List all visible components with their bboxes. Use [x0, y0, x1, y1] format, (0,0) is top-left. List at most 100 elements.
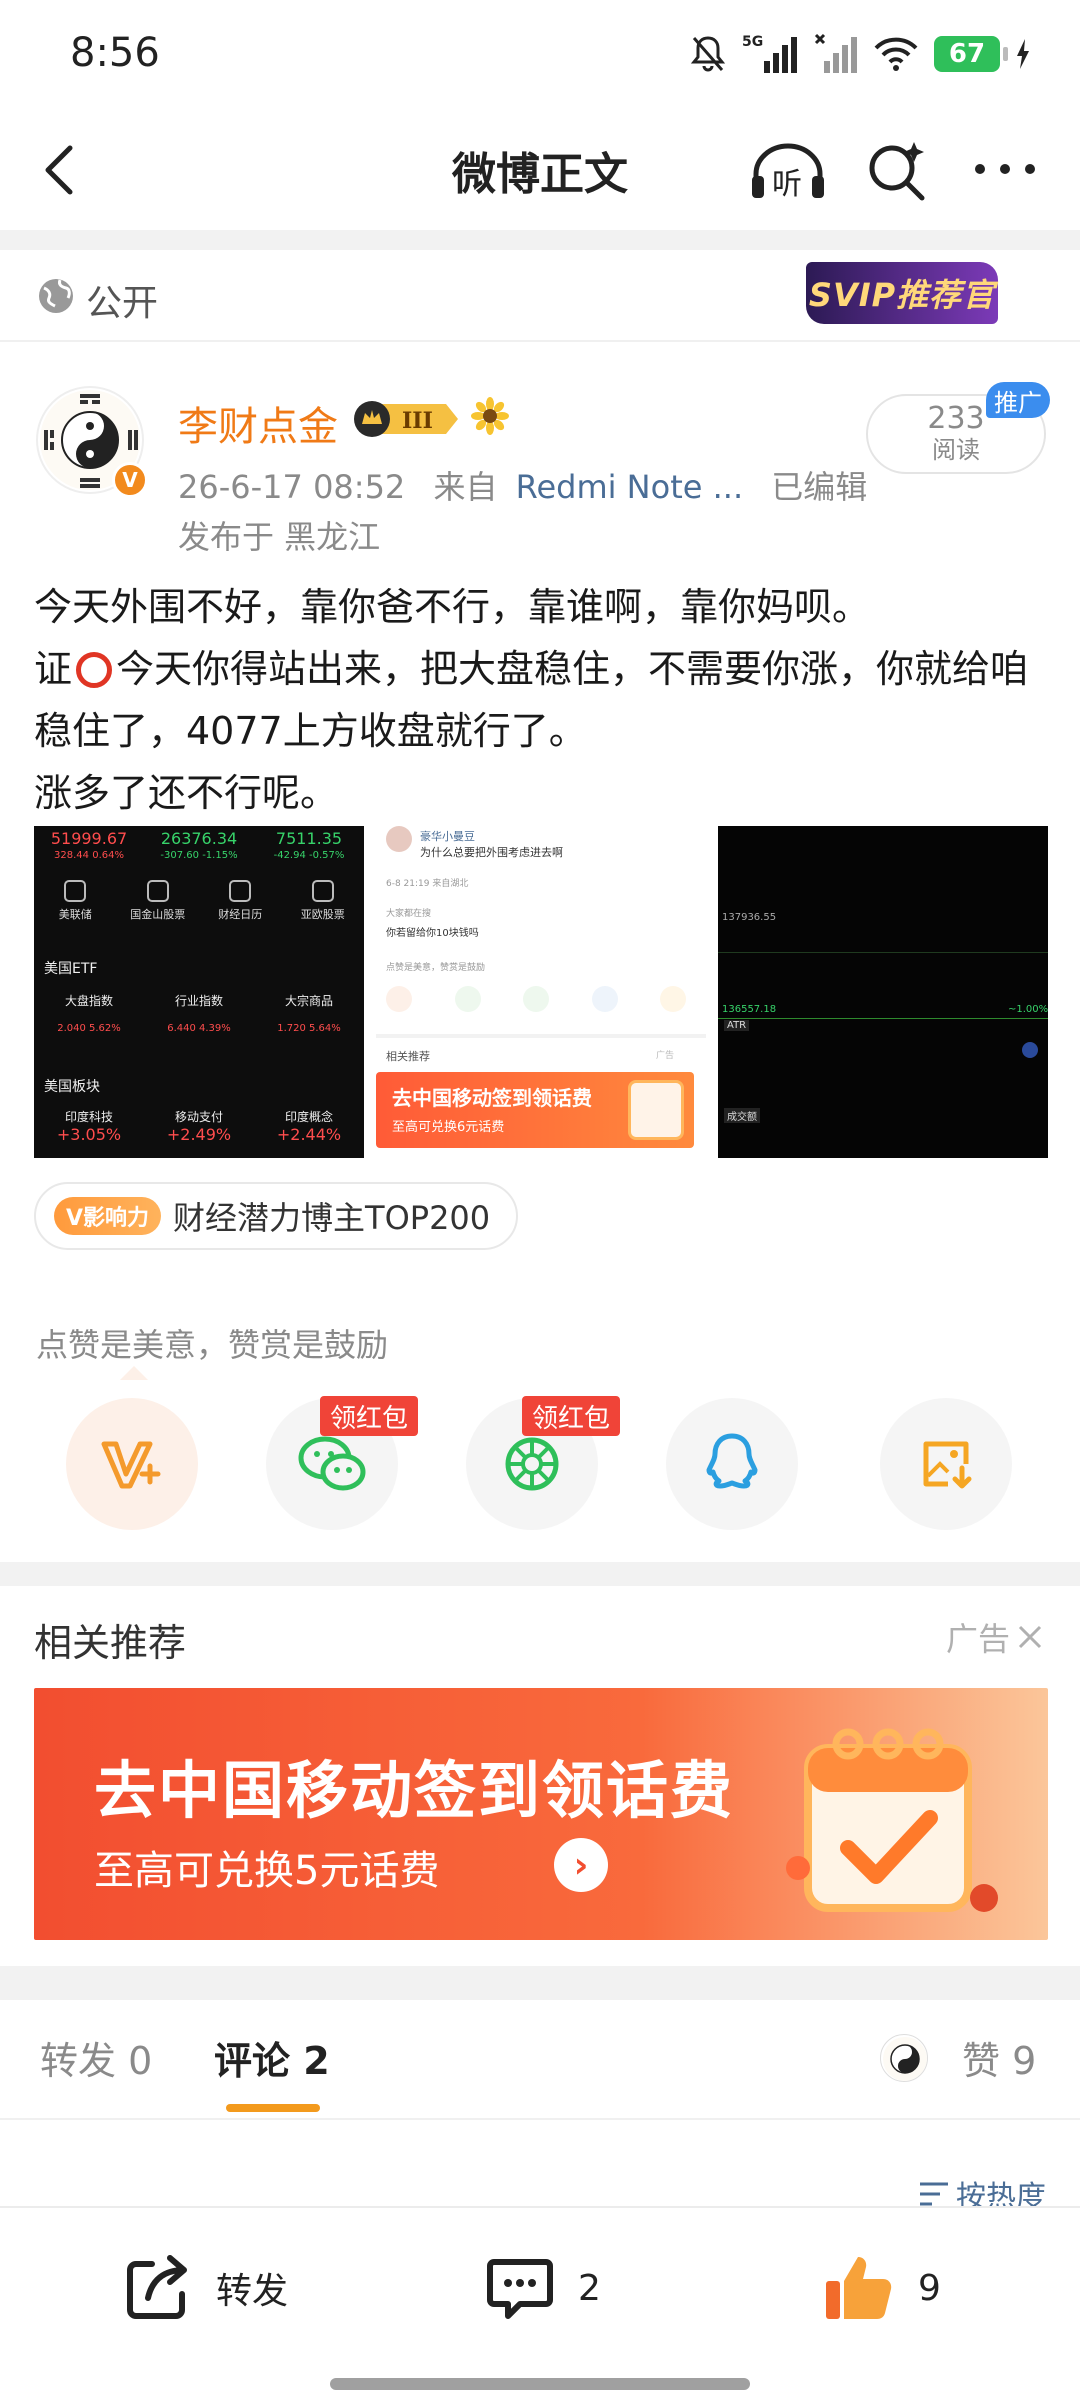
svg-text:III: III	[402, 408, 433, 434]
post-image-1[interactable]: 51999.67 26376.34 7511.35 328.44 0.64% -…	[34, 826, 364, 1158]
like-count: 9	[918, 2267, 941, 2309]
index-change: -307.60 -1.15%	[160, 850, 238, 861]
calendar-check-icon	[786, 1728, 998, 1912]
top-nav: 微博正文 听	[0, 110, 1080, 230]
ad-banner[interactable]: 去中国移动签到领话费 至高可兑换5元话费 ›	[34, 1688, 1048, 1940]
globe-icon	[311, 880, 334, 902]
nav-item: 亚欧股票	[282, 880, 365, 922]
post-body: 今天外围不好，靠你爸不行，靠谁啊，靠你妈呗。 证今天你得站出来，把大盘稳住，不需…	[34, 576, 1050, 824]
listen-icon[interactable]: 听	[748, 142, 828, 202]
promote-tag[interactable]: 推广	[986, 382, 1050, 418]
edited-label[interactable]: 已编辑	[771, 468, 867, 506]
related-title: 相关推荐	[34, 1621, 187, 1665]
post-line: 今天外围不好，靠你爸不行，靠谁啊，靠你妈呗。	[34, 585, 871, 629]
moments-icon	[505, 1437, 559, 1491]
clock: 8:56	[70, 30, 160, 76]
mini-ad-banner: 去中国移动签到领话费 至高可兑换6元话费	[376, 1072, 694, 1148]
close-icon	[1018, 1625, 1042, 1649]
avatar	[386, 826, 412, 852]
save-image-button[interactable]	[880, 1398, 1012, 1530]
globe-icon	[39, 279, 73, 313]
red-packet-tag[interactable]: 领红包	[320, 1396, 419, 1436]
status-bar: 8:56 5G 67	[0, 0, 1080, 110]
source-prefix: 来自	[433, 468, 498, 506]
globe-icon	[1022, 1042, 1038, 1058]
divider	[0, 1562, 1080, 1586]
divider	[0, 230, 1080, 250]
interaction-tabs: 转发 0 评论 2 赞 9	[0, 2000, 1080, 2120]
comment-count: 2	[578, 2267, 601, 2309]
save-image-icon	[923, 1441, 972, 1489]
active-tab-indicator	[226, 2104, 320, 2112]
nav-item: 财经日历	[199, 880, 282, 922]
index-change: 328.44 0.64%	[54, 850, 124, 861]
more-icon[interactable]	[970, 154, 1040, 184]
ad-close[interactable]: 广告	[946, 1614, 1044, 1660]
pointer-arrow	[120, 1366, 148, 1380]
post-line: 涨多了还不行呢。	[34, 771, 339, 815]
battery-indicator: 67	[934, 36, 1008, 72]
crown-level-badge-icon[interactable]: III	[352, 398, 460, 440]
wechat-icon	[298, 1436, 366, 1491]
chevron-right-icon: ›	[554, 1838, 608, 1892]
influence-label: 财经潜力博主TOP200	[173, 1199, 491, 1237]
forward-label: 转发	[216, 2271, 289, 2312]
post-line: 证今天你得站出来，把大盘稳住，不需要你涨，你就给咱稳住了，4077上方收盘就行了…	[34, 647, 1029, 753]
sunflower-icon	[471, 397, 509, 435]
forward-button[interactable]: 转发	[122, 2246, 288, 2330]
svg-text:5G: 5G	[742, 34, 763, 50]
red-circle-emoji-icon	[76, 652, 113, 688]
share-qq-button[interactable]	[666, 1398, 798, 1530]
visibility-row: 公开 SVIP推荐官	[0, 250, 1080, 342]
post-meta: 26-6-17 08:52 来自 Redmi Note ... 已编辑	[178, 462, 867, 508]
home-indicator[interactable]	[330, 2378, 750, 2390]
svip-badge[interactable]: SVIP推荐官	[806, 262, 998, 324]
post-image-2[interactable]: 豪华小曼豆 为什么总要把外围考虑进去啊 6-8 21:19 来自湖北 大家都在搜…	[376, 826, 706, 1158]
thumbs-up-icon	[826, 2257, 892, 2319]
etf-title: 美国ETF	[44, 961, 98, 977]
mute-bell-icon	[690, 36, 726, 72]
reward-button[interactable]	[66, 1398, 198, 1530]
author-name[interactable]: 李财点金	[178, 394, 338, 452]
post-location: 发布于 黑龙江	[178, 518, 381, 556]
tab-forward[interactable]: 转发 0	[40, 2030, 152, 2085]
post-image-3[interactable]: 137936.55 136557.18 ~1.00% ATR 成交额	[718, 826, 1048, 1158]
sort-icon	[920, 2182, 948, 2206]
post-date: 26-6-17 08:52	[178, 468, 406, 506]
comment-bubble-icon	[487, 2259, 553, 2319]
signal-2-icon	[814, 33, 857, 73]
signal-5g-icon: 5G	[742, 34, 797, 73]
verified-icon: V	[112, 462, 148, 498]
ad-label: 广告	[945, 1620, 1010, 1658]
svg-text:听: 听	[772, 167, 802, 202]
reward-label: 点赞是美意，赞赏是鼓励	[36, 1326, 389, 1364]
comment-button[interactable]: 2	[484, 2246, 601, 2330]
nav-item: 国金山股票	[117, 880, 200, 922]
ai-search-icon[interactable]	[864, 138, 928, 202]
read-label: 阅读	[932, 436, 980, 464]
divider	[0, 1966, 1080, 2000]
building-icon	[64, 880, 87, 902]
status-icons: 5G 67	[690, 30, 1030, 78]
v-plus-icon	[101, 1441, 161, 1489]
ad-subline: 至高可兑换5元话费	[94, 1848, 440, 1894]
bottom-action-bar: 转发 2 9	[0, 2206, 1080, 2400]
red-packet-tag[interactable]: 领红包	[522, 1396, 621, 1436]
like-button[interactable]: 9	[822, 2246, 941, 2330]
visibility-label: 公开	[86, 283, 159, 324]
wifi-icon	[874, 37, 918, 71]
tab-like[interactable]: 赞 9	[962, 2030, 1036, 2085]
device-link[interactable]: Redmi Note ...	[516, 468, 743, 506]
index-change: -42.94 -0.57%	[273, 850, 345, 861]
taiji-avatar-icon	[883, 2037, 927, 2081]
calendar-icon	[628, 1080, 684, 1140]
sector-title: 美国板块	[44, 1079, 100, 1095]
ad-headline: 去中国移动签到领话费	[94, 1754, 735, 1827]
calendar-icon	[229, 880, 252, 902]
influence-tag[interactable]: V影响力 财经潜力博主TOP200	[34, 1182, 518, 1250]
influence-badge: V影响力	[54, 1197, 162, 1235]
tab-comment[interactable]: 评论 2	[214, 2030, 330, 2085]
charging-icon	[1017, 39, 1029, 69]
nav-item: 美联储	[34, 880, 117, 922]
liker-avatar	[880, 2034, 928, 2082]
